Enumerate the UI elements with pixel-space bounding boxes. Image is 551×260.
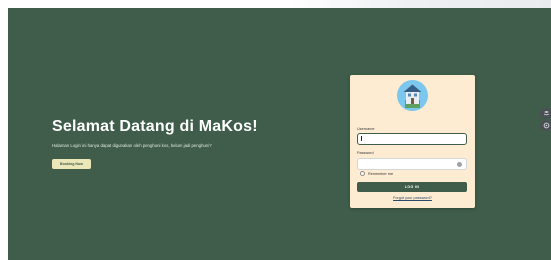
password-label: Password <box>357 151 374 155</box>
remember-me-toggle[interactable]: Remember me <box>357 171 393 176</box>
password-input[interactable] <box>357 158 467 170</box>
browser-top-strip <box>0 0 551 8</box>
booking-now-button[interactable]: Booking Now <box>52 159 91 169</box>
login-button[interactable]: LOG IN <box>357 182 467 192</box>
login-card: Username Password Remember me LOG IN For… <box>350 75 475 208</box>
settings-icon[interactable] <box>540 120 551 131</box>
hero-title: Selamat Datang di MaKos! <box>52 118 258 135</box>
show-password-eye-icon[interactable] <box>457 162 462 167</box>
forgot-password-link[interactable]: Forgot your password? <box>350 196 475 200</box>
username-input[interactable] <box>357 133 467 145</box>
remember-me-label: Remember me <box>368 171 394 176</box>
layers-icon[interactable] <box>540 108 551 119</box>
remember-me-checkbox[interactable] <box>360 171 365 176</box>
login-page: Selamat Datang di MaKos! Halaman Login i… <box>8 8 551 260</box>
browser-top-strip-fade <box>291 0 551 8</box>
hero-section: Selamat Datang di MaKos! Halaman Login i… <box>52 118 258 169</box>
text-caret <box>361 136 362 141</box>
house-logo-icon <box>397 80 428 111</box>
hero-subtitle: Halaman Login ini hanya dapat digunakan … <box>52 143 212 148</box>
username-label: Username <box>357 127 375 131</box>
